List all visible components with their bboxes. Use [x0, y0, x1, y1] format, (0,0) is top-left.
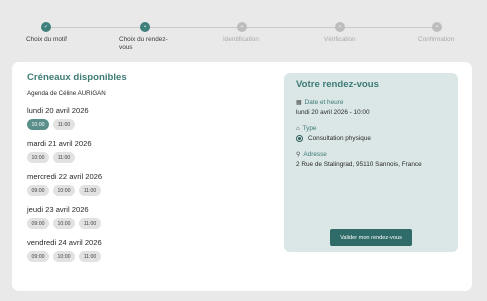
type-value: Consultation physique	[308, 135, 371, 142]
time-slot-button[interactable]: 10:00	[53, 218, 75, 229]
date-section: ▦ Date et heure lundi 20 avril 2026 - 10…	[296, 99, 446, 116]
date-heading-label: Date et heure	[304, 99, 344, 106]
step-label: Choix du motif	[26, 36, 67, 43]
time-slot-button[interactable]: 09:00	[27, 218, 49, 229]
time-slot-button[interactable]: 10:00	[27, 119, 49, 130]
time-slot-button[interactable]: 11:00	[53, 152, 75, 163]
time-slot-list: 09:00 10:00 11:00	[27, 251, 267, 262]
address-section: ⚲ Adresse 2 Rue de Stalingrad, 95110 San…	[296, 151, 446, 168]
time-slot-button[interactable]: 11:00	[79, 218, 101, 229]
type-heading: ⌂ Type	[296, 125, 446, 132]
tag-icon: ⌂	[296, 125, 300, 132]
day-label: mardi 21 avril 2026	[27, 139, 92, 148]
step-label-text: Choix du rendez- vous	[119, 36, 168, 51]
step-label: Confirmation	[418, 36, 455, 43]
step-label: Vérification	[324, 36, 356, 43]
type-heading-label: Type	[302, 125, 317, 132]
pending-step-icon: •	[432, 22, 442, 32]
check-icon: ✓	[41, 22, 51, 32]
time-slot-button[interactable]: 10:00	[53, 251, 75, 262]
pending-step-icon: •	[237, 22, 247, 32]
location-pin-icon: ⚲	[296, 152, 301, 158]
time-slot-button[interactable]: 11:00	[53, 119, 75, 130]
slots-title: Créneaux disponibles	[27, 72, 127, 83]
summary-title: Votre rendez-vous	[296, 79, 379, 90]
day-group: vendredi 24 avril 2026 09:00 10:00 11:00	[27, 238, 267, 262]
type-option[interactable]: Consultation physique	[296, 135, 446, 142]
day-label: jeudi 23 avril 2026	[27, 205, 89, 214]
available-slots-section: Créneaux disponibles Agenda de Céline AU…	[27, 72, 267, 262]
type-section: ⌂ Type Consultation physique	[296, 125, 446, 142]
time-slot-button[interactable]: 11:00	[79, 185, 101, 196]
address-heading: ⚲ Adresse	[296, 151, 446, 158]
current-step-icon: •	[140, 22, 150, 32]
step-label: Choix du rendez- vous	[119, 36, 179, 51]
time-slot-button[interactable]: 09:00	[27, 251, 49, 262]
time-slot-list: 10:00 11:00	[27, 119, 267, 130]
time-slot-button[interactable]: 09:00	[27, 185, 49, 196]
radio-selected-icon[interactable]	[296, 135, 303, 142]
day-group: lundi 20 avril 2026 10:00 11:00	[27, 106, 267, 130]
day-group: mardi 21 avril 2026 10:00 11:00	[27, 139, 267, 163]
day-group: mercredi 22 avril 2026 09:00 10:00 11:00	[27, 172, 267, 196]
time-slot-button[interactable]: 11:00	[79, 251, 101, 262]
day-label: mercredi 22 avril 2026	[27, 172, 103, 181]
time-slot-list: 09:00 10:00 11:00	[27, 185, 267, 196]
date-heading: ▦ Date et heure	[296, 99, 446, 106]
appointment-summary-panel: Votre rendez-vous ▦ Date et heure lundi …	[284, 73, 458, 252]
appointment-card: Créneaux disponibles Agenda de Céline AU…	[12, 62, 472, 291]
address-heading-label: Adresse	[303, 151, 327, 158]
time-slot-list: 09:00 10:00 11:00	[27, 218, 267, 229]
practitioner-agenda: Agenda de Céline AURIGAN	[27, 90, 106, 97]
day-group: jeudi 23 avril 2026 09:00 10:00 11:00	[27, 205, 267, 229]
progress-stepper: ✓ Choix du motif • Choix du rendez- vous…	[0, 0, 487, 62]
day-label: vendredi 24 avril 2026	[27, 238, 102, 247]
time-slot-button[interactable]: 10:00	[27, 152, 49, 163]
time-slot-list: 10:00 11:00	[27, 152, 267, 163]
calendar-icon: ▦	[296, 100, 302, 106]
time-slot-button[interactable]: 10:00	[53, 185, 75, 196]
date-value: lundi 20 avril 2026 - 10:00	[296, 109, 370, 116]
pending-step-icon: •	[335, 22, 345, 32]
address-value: 2 Rue de Stalingrad, 95110 Sannois, Fran…	[296, 161, 422, 168]
day-label: lundi 20 avril 2026	[27, 106, 89, 115]
step-label: Identification	[223, 36, 259, 43]
validate-appointment-button[interactable]: Valider mon rendez-vous	[330, 229, 412, 246]
